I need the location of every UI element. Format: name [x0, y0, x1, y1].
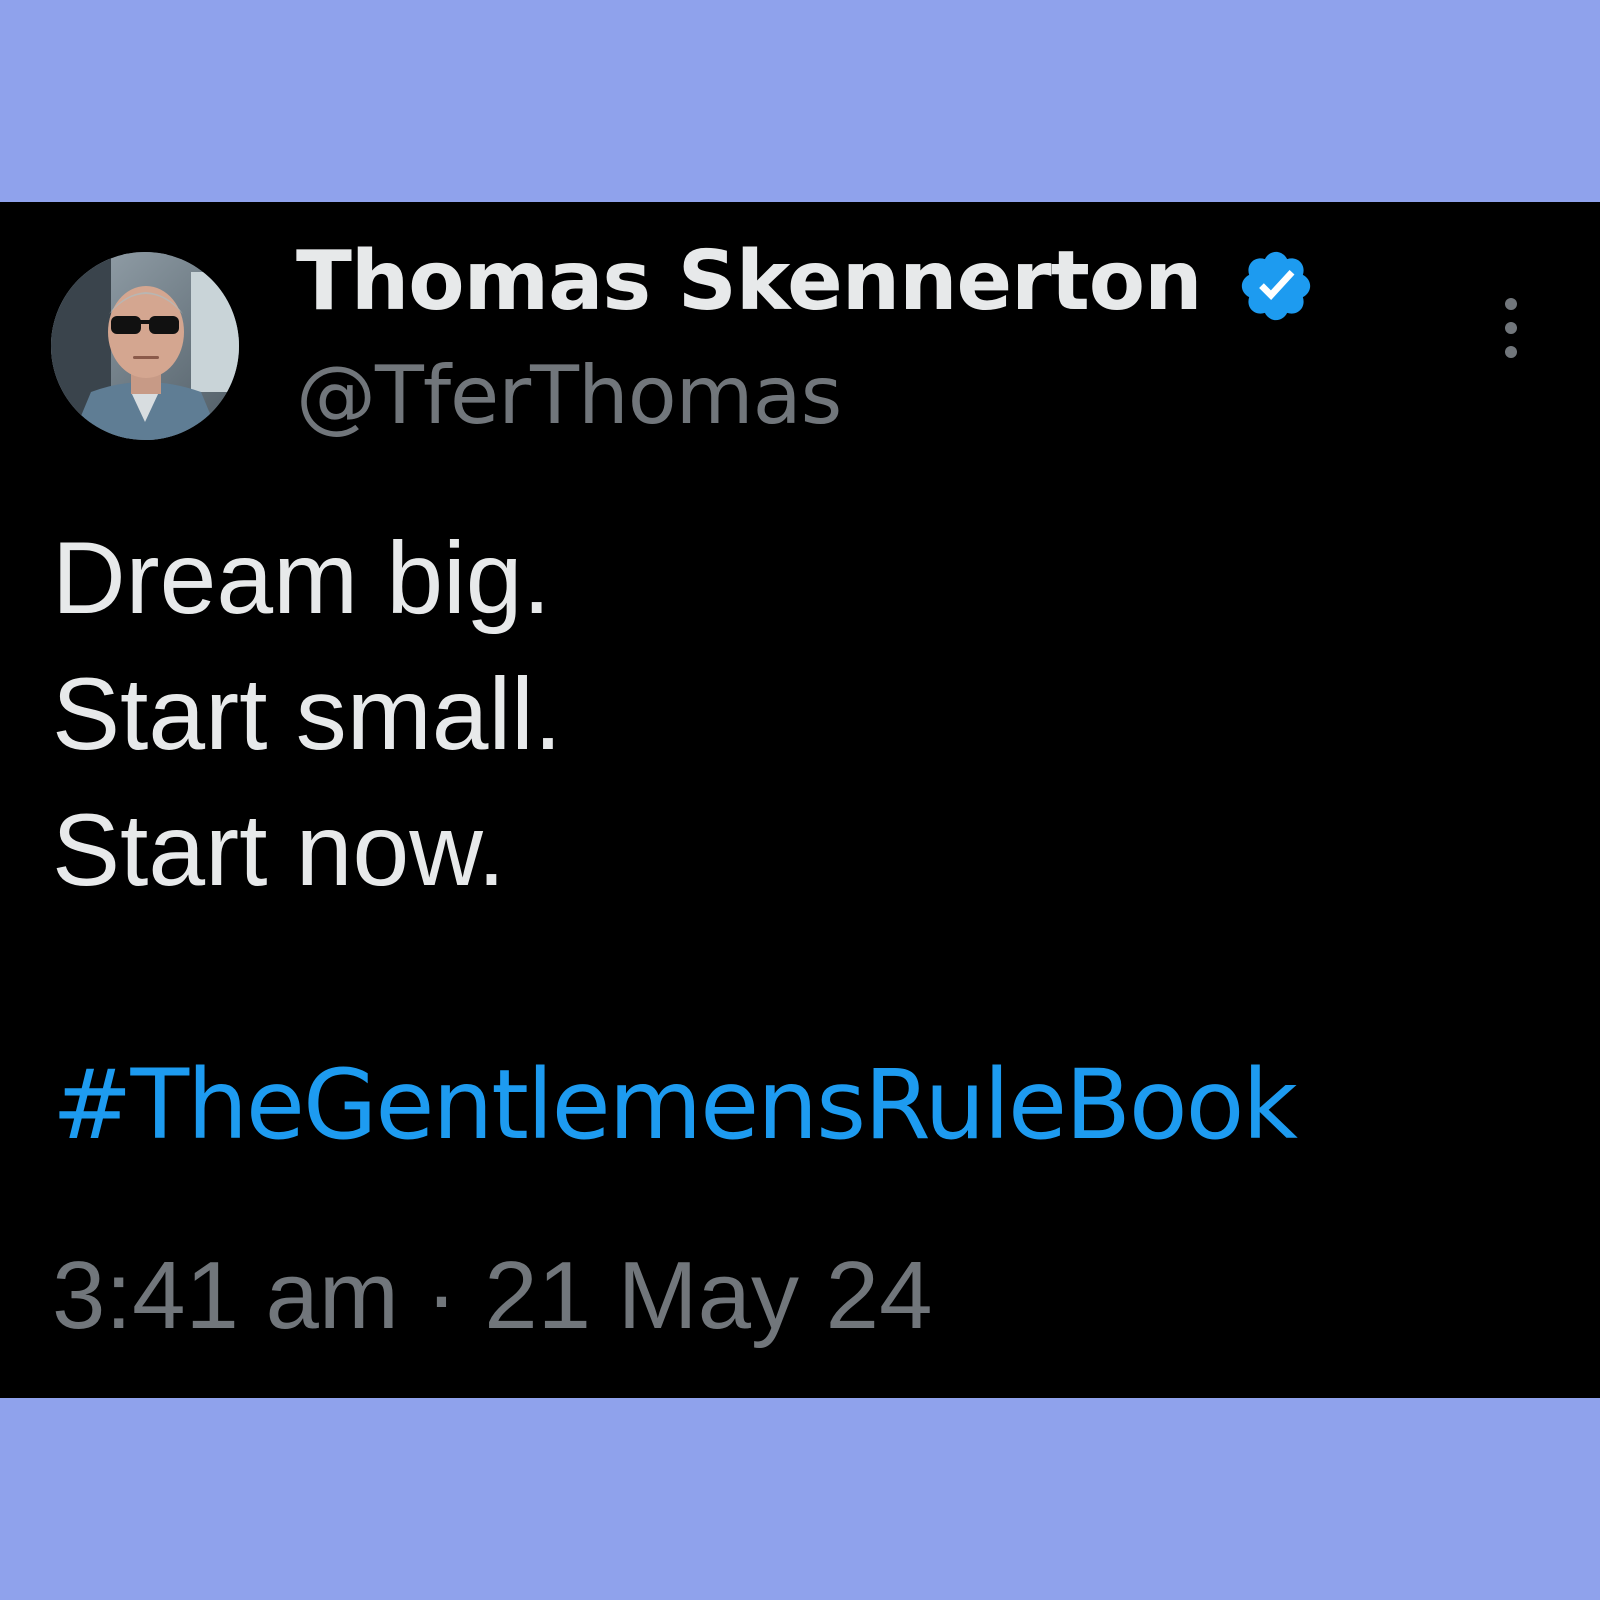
hashtag-link[interactable]: #TheGentlemensRuleBook: [52, 1045, 1298, 1165]
tweet-card: Thomas Skennerton @TferThomas Dream big.…: [0, 202, 1600, 1398]
vertical-ellipsis-icon[interactable]: [1488, 294, 1534, 362]
page-background: Thomas Skennerton @TferThomas Dream big.…: [0, 0, 1600, 1600]
tweet-timestamp[interactable]: 3:41 am · 21 May 24: [52, 1236, 932, 1356]
tweet-text: Dream big. Start small. Start now.: [52, 510, 562, 918]
avatar[interactable]: [51, 252, 239, 440]
tweet-text-line: Start now.: [52, 793, 506, 907]
author-display-name[interactable]: Thomas Skennerton: [296, 232, 1202, 332]
tweet-text-line: Start small.: [52, 657, 563, 771]
avatar-photo: [51, 252, 239, 440]
author-handle[interactable]: @TferThomas: [296, 346, 842, 446]
tweet-text-line: Dream big.: [52, 521, 551, 635]
verified-badge-icon[interactable]: [1236, 246, 1316, 326]
